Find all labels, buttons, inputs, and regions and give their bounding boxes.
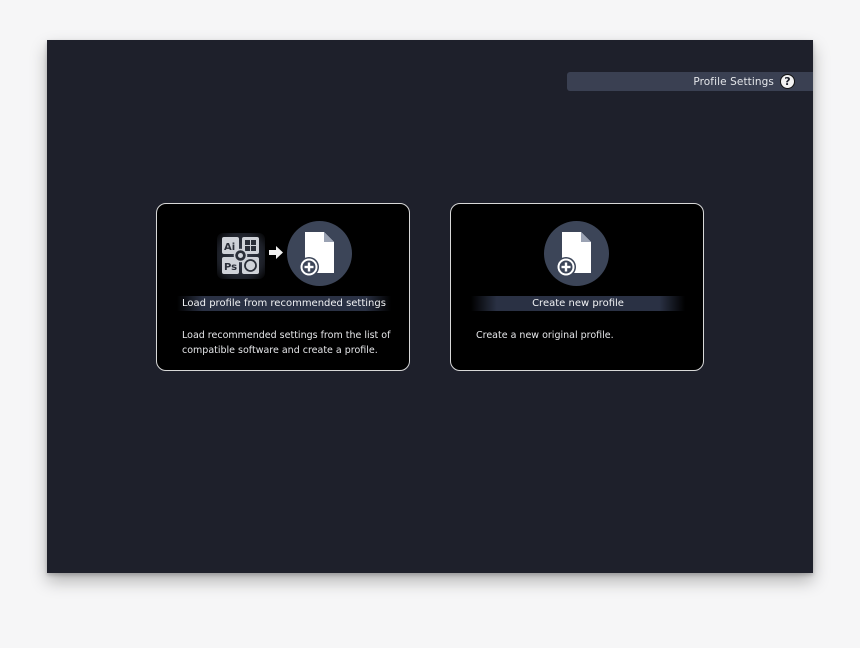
load-recommended-profile-card[interactable]: Ai Ps Load profile from recommended sett… (156, 203, 410, 371)
create-new-profile-card[interactable]: Create new profile Create a new original… (450, 203, 704, 371)
svg-text:Ps: Ps (224, 262, 237, 273)
card-icon-group (451, 220, 703, 286)
new-document-icon (287, 221, 352, 286)
software-apps-icon: Ai Ps (217, 233, 265, 279)
help-icon[interactable]: ? (780, 74, 795, 89)
card-description: Load recommended settings from the list … (182, 330, 391, 356)
card-description: Create a new original profile. (476, 330, 614, 341)
card-label: Load profile from recommended settings (177, 296, 391, 311)
card-icon-group: Ai Ps (157, 220, 409, 286)
profile-window: Profile Settings ? Ai Ps Load profile fr… (47, 40, 813, 573)
svg-text:Ai: Ai (224, 242, 235, 253)
card-label: Create new profile (471, 296, 685, 311)
arrow-right-icon (269, 246, 283, 259)
new-document-icon (544, 221, 609, 286)
page-title: Profile Settings (693, 75, 774, 88)
profile-settings-header: Profile Settings ? (567, 72, 813, 91)
